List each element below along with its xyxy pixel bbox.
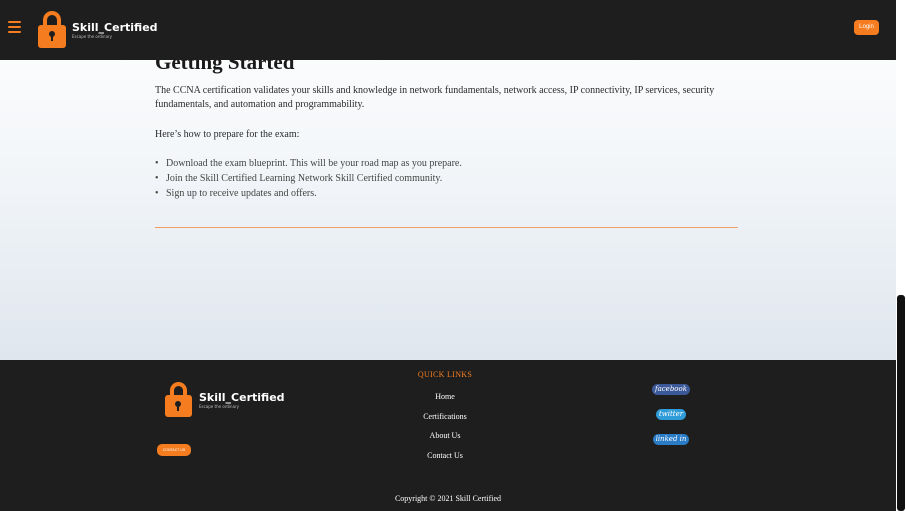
list-item: Download the exam blueprint. This will b… [155, 156, 462, 171]
copyright-text: Copyright © 2021 Skill Certified [394, 494, 502, 503]
footer-brand-logo[interactable]: Skill_Certified Escape the ordinary [165, 382, 285, 417]
linkedin-link[interactable]: linked in [652, 434, 690, 445]
quick-link-about-us[interactable]: About Us [395, 426, 495, 446]
footer-brand-tagline: Escape the ordinary [199, 403, 240, 409]
footer-brand-name: Skill_Certified [199, 390, 285, 404]
padlock-icon [165, 382, 192, 417]
quick-link-certifications[interactable]: Certifications [395, 407, 495, 427]
top-navbar: Skill_Certified Escape the ordinary Logi… [0, 0, 896, 60]
prep-intro: Here’s how to prepare for the exam: [155, 129, 300, 140]
twitter-link[interactable]: twitter [655, 409, 687, 420]
brand-logo[interactable]: Skill_Certified Escape the ordinary [38, 11, 158, 48]
quick-link-contact-us[interactable]: Contact Us [395, 446, 495, 466]
padlock-icon [38, 11, 66, 48]
site-footer: Skill_Certified Escape the ordinary CONT… [0, 360, 896, 511]
prep-steps-list: Download the exam blueprint. This will b… [155, 156, 462, 201]
brand-tagline: Escape the ordinary [72, 33, 113, 39]
section-divider [155, 227, 738, 228]
login-button[interactable]: Login [854, 20, 879, 35]
quick-link-home[interactable]: Home [395, 387, 495, 407]
facebook-link[interactable]: facebook [652, 384, 690, 395]
contact-us-button[interactable]: CONTACT US [157, 444, 191, 456]
social-links: facebook twitter linked in [640, 378, 702, 453]
list-item: Join the Skill Certified Learning Networ… [155, 171, 462, 186]
quick-links-title: QUICK LINKS [417, 370, 473, 379]
quick-links-list: Home Certifications About Us Contact Us [395, 387, 495, 465]
intro-paragraph: The CCNA certification validates your sk… [155, 85, 715, 110]
scrollbar-thumb[interactable] [897, 295, 905, 511]
brand-name: Skill_Certified [72, 20, 158, 34]
hamburger-icon[interactable] [8, 21, 21, 35]
list-item: Sign up to receive updates and offers. [155, 186, 462, 201]
